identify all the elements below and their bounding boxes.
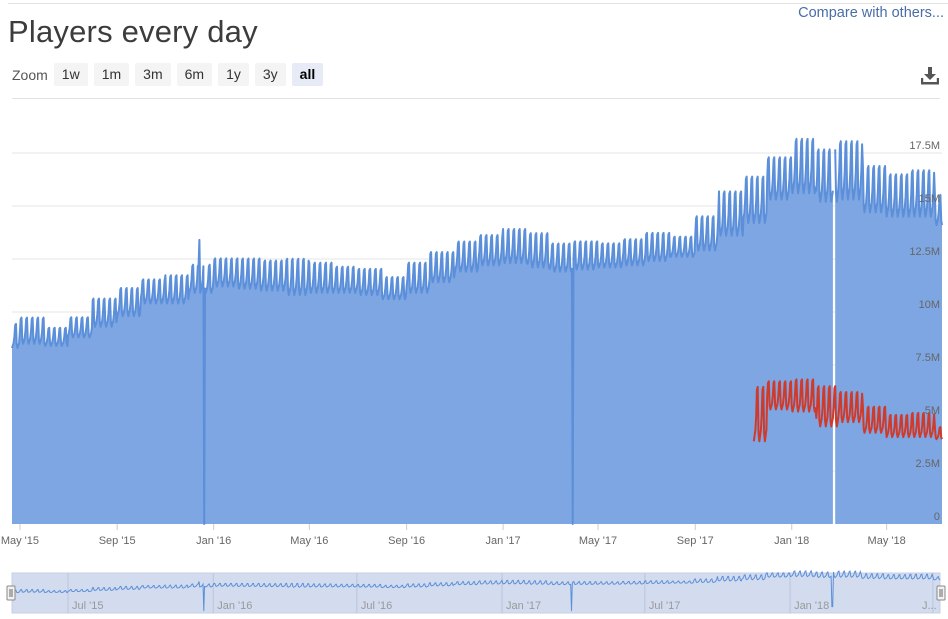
zoom-range-selector: Zoom 1w 1m 3m 6m 1y 3y all <box>12 63 329 86</box>
navigator-label: Jan '16 <box>217 600 252 612</box>
x-tick-label: May '18 <box>868 535 906 547</box>
navigator-label: J... <box>922 600 937 612</box>
x-tick-label: Sep '17 <box>677 535 714 547</box>
y-tick-label: 0 <box>934 511 940 523</box>
x-tick-label: Jan '18 <box>774 535 809 547</box>
header-divider <box>12 98 940 99</box>
y-tick-label: 5M <box>925 405 940 417</box>
zoom-label: Zoom <box>12 66 48 83</box>
compare-with-others-link[interactable]: Compare with others... <box>798 5 944 21</box>
x-tick-label: Jan '16 <box>196 535 231 547</box>
download-button[interactable] <box>920 66 940 86</box>
zoom-6m-button[interactable]: 6m <box>176 63 213 86</box>
y-tick-label: 12.5M <box>909 246 940 258</box>
top-divider <box>8 3 948 4</box>
navigator-handle-right[interactable] <box>936 585 946 601</box>
x-tick-label: May '16 <box>290 535 328 547</box>
zoom-1y-button[interactable]: 1y <box>218 63 249 86</box>
navigator-label: Jul '15 <box>72 600 103 612</box>
main-chart[interactable]: 0 2.5M 5M 7.5M 10M 12.5M 15M 17.5M May '15 Sep '… <box>0 100 948 560</box>
x-tick-label: May '17 <box>579 535 617 547</box>
y-tick-label: 10M <box>919 299 940 311</box>
y-tick-label: 7.5M <box>916 352 940 364</box>
navigator-label: Jan '17 <box>506 600 541 612</box>
y-tick-label: 2.5M <box>916 458 940 470</box>
navigator-label: Jan '18 <box>794 600 829 612</box>
zoom-all-button[interactable]: all <box>291 63 324 86</box>
y-tick-label: 15M <box>919 193 940 205</box>
navigator-label: Jul '16 <box>361 600 392 612</box>
navigator-label: Jul '17 <box>649 600 680 612</box>
x-tick-label: May '15 <box>1 535 39 547</box>
zoom-1m-button[interactable]: 1m <box>93 63 130 86</box>
x-tick-label: Jan '17 <box>486 535 521 547</box>
zoom-1w-button[interactable]: 1w <box>53 63 88 86</box>
zoom-3m-button[interactable]: 3m <box>135 63 171 86</box>
series-layer <box>11 137 943 525</box>
x-tick-label: Sep '16 <box>388 535 425 547</box>
navigator-handle-left[interactable] <box>6 585 16 601</box>
page-title: Players every day <box>8 14 258 49</box>
download-icon <box>921 67 939 85</box>
series-area-players <box>12 138 833 524</box>
zoom-3y-button[interactable]: 3y <box>254 63 286 86</box>
y-tick-label: 17.5M <box>909 140 940 152</box>
navigator[interactable]: Jul '15 Jan '16 Jul '16 Jan '17 Jul '17 Jan '… <box>0 560 948 619</box>
x-tick-label: Sep '15 <box>99 535 136 547</box>
x-axis: May '15 Sep '15 Jan '16 May '16 Sep '16 Jan '… <box>1 524 906 547</box>
